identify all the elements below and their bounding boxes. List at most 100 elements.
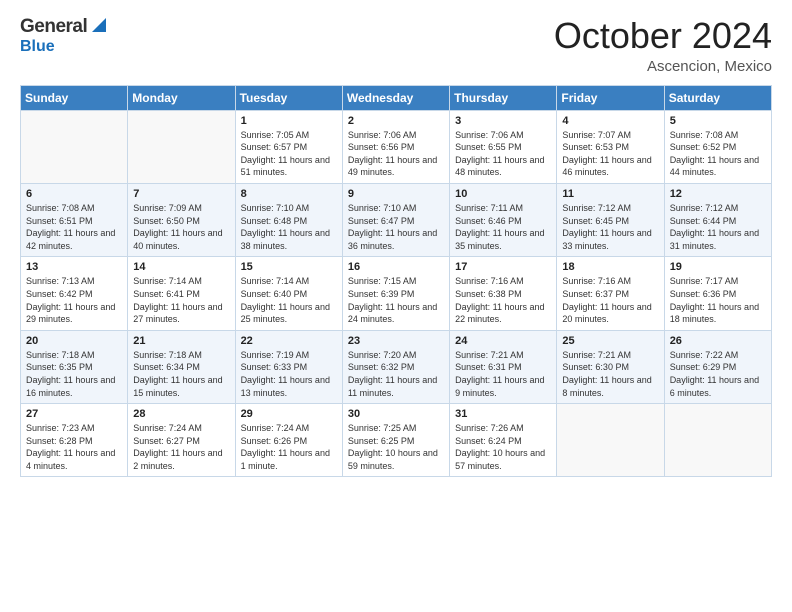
- day-number: 11: [562, 188, 658, 200]
- cell-info: Sunrise: 7:06 AMSunset: 6:55 PMDaylight:…: [455, 129, 551, 179]
- cell-info: Sunrise: 7:15 AMSunset: 6:39 PMDaylight:…: [348, 275, 444, 325]
- calendar-cell: 10 Sunrise: 7:11 AMSunset: 6:46 PMDayligh…: [450, 183, 557, 256]
- calendar-cell: 26 Sunrise: 7:22 AMSunset: 6:29 PMDayligh…: [664, 330, 771, 403]
- cell-info: Sunrise: 7:09 AMSunset: 6:50 PMDaylight:…: [133, 202, 229, 252]
- calendar-cell: 25 Sunrise: 7:21 AMSunset: 6:30 PMDayligh…: [557, 330, 664, 403]
- cell-info: Sunrise: 7:11 AMSunset: 6:46 PMDaylight:…: [455, 202, 551, 252]
- day-number: 10: [455, 188, 551, 200]
- week-row-1: 1 Sunrise: 7:05 AMSunset: 6:57 PMDaylight…: [21, 110, 772, 183]
- col-header-tuesday: Tuesday: [235, 85, 342, 110]
- calendar-cell: 21 Sunrise: 7:18 AMSunset: 6:34 PMDayligh…: [128, 330, 235, 403]
- calendar-cell: 16 Sunrise: 7:15 AMSunset: 6:39 PMDayligh…: [342, 257, 449, 330]
- calendar-cell: 9Sunrise: 7:10 AMSunset: 6:47 PMDaylight…: [342, 183, 449, 256]
- cell-info: Sunrise: 7:19 AMSunset: 6:33 PMDaylight:…: [241, 349, 337, 399]
- day-number: 26: [670, 335, 766, 347]
- day-number: 24: [455, 335, 551, 347]
- cell-info: Sunrise: 7:13 AMSunset: 6:42 PMDaylight:…: [26, 275, 122, 325]
- calendar-cell: 23 Sunrise: 7:20 AMSunset: 6:32 PMDayligh…: [342, 330, 449, 403]
- day-number: 4: [562, 115, 658, 127]
- calendar-cell: 31 Sunrise: 7:26 AMSunset: 6:24 PMDayligh…: [450, 404, 557, 477]
- day-number: 29: [241, 408, 337, 420]
- day-number: 8: [241, 188, 337, 200]
- day-number: 3: [455, 115, 551, 127]
- logo-general-text: General: [20, 16, 87, 38]
- calendar-cell: 24 Sunrise: 7:21 AMSunset: 6:31 PMDayligh…: [450, 330, 557, 403]
- col-header-thursday: Thursday: [450, 85, 557, 110]
- calendar-cell: [128, 110, 235, 183]
- cell-info: Sunrise: 7:21 AMSunset: 6:31 PMDaylight:…: [455, 349, 551, 399]
- calendar-cell: 29Sunrise: 7:24 AMSunset: 6:26 PMDayligh…: [235, 404, 342, 477]
- calendar-cell: 4 Sunrise: 7:07 AMSunset: 6:53 PMDaylight…: [557, 110, 664, 183]
- calendar-cell: 18 Sunrise: 7:16 AMSunset: 6:37 PMDayligh…: [557, 257, 664, 330]
- cell-info: Sunrise: 7:10 AMSunset: 6:47 PMDaylight:…: [348, 202, 444, 252]
- header: General Blue October 2024 Ascencion, Mex…: [20, 16, 772, 75]
- page: General Blue October 2024 Ascencion, Mex…: [0, 0, 792, 612]
- col-header-monday: Monday: [128, 85, 235, 110]
- day-number: 27: [26, 408, 122, 420]
- logo-triangle-icon: [88, 14, 110, 36]
- col-header-sunday: Sunday: [21, 85, 128, 110]
- week-row-4: 20Sunrise: 7:18 AMSunset: 6:35 PMDayligh…: [21, 330, 772, 403]
- cell-info: Sunrise: 7:20 AMSunset: 6:32 PMDaylight:…: [348, 349, 444, 399]
- calendar-cell: 6Sunrise: 7:08 AMSunset: 6:51 PMDaylight…: [21, 183, 128, 256]
- day-number: 1: [241, 115, 337, 127]
- day-number: 2: [348, 115, 444, 127]
- calendar-cell: 14Sunrise: 7:14 AMSunset: 6:41 PMDayligh…: [128, 257, 235, 330]
- week-row-3: 13 Sunrise: 7:13 AMSunset: 6:42 PMDayligh…: [21, 257, 772, 330]
- calendar-cell: [21, 110, 128, 183]
- day-number: 18: [562, 261, 658, 273]
- logo-blue-text: Blue: [20, 38, 55, 55]
- cell-info: Sunrise: 7:16 AMSunset: 6:38 PMDaylight:…: [455, 275, 551, 325]
- day-number: 20: [26, 335, 122, 347]
- cell-info: Sunrise: 7:24 AMSunset: 6:27 PMDaylight:…: [133, 422, 229, 472]
- month-title: October 2024: [554, 16, 772, 56]
- cell-info: Sunrise: 7:26 AMSunset: 6:24 PMDaylight:…: [455, 422, 551, 472]
- cell-info: Sunrise: 7:14 AMSunset: 6:41 PMDaylight:…: [133, 275, 229, 325]
- day-number: 5: [670, 115, 766, 127]
- day-number: 21: [133, 335, 229, 347]
- calendar-cell: 13 Sunrise: 7:13 AMSunset: 6:42 PMDayligh…: [21, 257, 128, 330]
- cell-info: Sunrise: 7:23 AMSunset: 6:28 PMDaylight:…: [26, 422, 122, 472]
- calendar-cell: 7Sunrise: 7:09 AMSunset: 6:50 PMDaylight…: [128, 183, 235, 256]
- day-number: 13: [26, 261, 122, 273]
- cell-info: Sunrise: 7:21 AMSunset: 6:30 PMDaylight:…: [562, 349, 658, 399]
- calendar-cell: 2 Sunrise: 7:06 AMSunset: 6:56 PMDaylight…: [342, 110, 449, 183]
- day-number: 22: [241, 335, 337, 347]
- calendar-cell: [557, 404, 664, 477]
- calendar-cell: 17 Sunrise: 7:16 AMSunset: 6:38 PMDayligh…: [450, 257, 557, 330]
- day-number: 17: [455, 261, 551, 273]
- day-number: 19: [670, 261, 766, 273]
- calendar-cell: 12Sunrise: 7:12 AMSunset: 6:44 PMDayligh…: [664, 183, 771, 256]
- cell-info: Sunrise: 7:10 AMSunset: 6:48 PMDaylight:…: [241, 202, 337, 252]
- col-header-saturday: Saturday: [664, 85, 771, 110]
- calendar-cell: 15Sunrise: 7:14 AMSunset: 6:40 PMDayligh…: [235, 257, 342, 330]
- day-number: 30: [348, 408, 444, 420]
- cell-info: Sunrise: 7:18 AMSunset: 6:34 PMDaylight:…: [133, 349, 229, 399]
- calendar-table: SundayMondayTuesdayWednesdayThursdayFrid…: [20, 85, 772, 478]
- calendar-cell: 11 Sunrise: 7:12 AMSunset: 6:45 PMDayligh…: [557, 183, 664, 256]
- day-number: 31: [455, 408, 551, 420]
- day-number: 23: [348, 335, 444, 347]
- cell-info: Sunrise: 7:22 AMSunset: 6:29 PMDaylight:…: [670, 349, 766, 399]
- calendar-cell: 1 Sunrise: 7:05 AMSunset: 6:57 PMDaylight…: [235, 110, 342, 183]
- cell-info: Sunrise: 7:08 AMSunset: 6:52 PMDaylight:…: [670, 129, 766, 179]
- title-block: October 2024 Ascencion, Mexico: [554, 16, 772, 75]
- cell-info: Sunrise: 7:14 AMSunset: 6:40 PMDaylight:…: [241, 275, 337, 325]
- cell-info: Sunrise: 7:16 AMSunset: 6:37 PMDaylight:…: [562, 275, 658, 325]
- day-number: 16: [348, 261, 444, 273]
- day-number: 25: [562, 335, 658, 347]
- cell-info: Sunrise: 7:12 AMSunset: 6:44 PMDaylight:…: [670, 202, 766, 252]
- calendar-cell: 19Sunrise: 7:17 AMSunset: 6:36 PMDayligh…: [664, 257, 771, 330]
- cell-info: Sunrise: 7:05 AMSunset: 6:57 PMDaylight:…: [241, 129, 337, 179]
- cell-info: Sunrise: 7:07 AMSunset: 6:53 PMDaylight:…: [562, 129, 658, 179]
- week-row-5: 27 Sunrise: 7:23 AMSunset: 6:28 PMDayligh…: [21, 404, 772, 477]
- cell-info: Sunrise: 7:12 AMSunset: 6:45 PMDaylight:…: [562, 202, 658, 252]
- calendar-header: SundayMondayTuesdayWednesdayThursdayFrid…: [21, 85, 772, 110]
- calendar-cell: 5 Sunrise: 7:08 AMSunset: 6:52 PMDaylight…: [664, 110, 771, 183]
- calendar-cell: 27 Sunrise: 7:23 AMSunset: 6:28 PMDayligh…: [21, 404, 128, 477]
- cell-info: Sunrise: 7:06 AMSunset: 6:56 PMDaylight:…: [348, 129, 444, 179]
- calendar-cell: 28Sunrise: 7:24 AMSunset: 6:27 PMDayligh…: [128, 404, 235, 477]
- col-header-wednesday: Wednesday: [342, 85, 449, 110]
- cell-info: Sunrise: 7:08 AMSunset: 6:51 PMDaylight:…: [26, 202, 122, 252]
- calendar-cell: 8 Sunrise: 7:10 AMSunset: 6:48 PMDaylight…: [235, 183, 342, 256]
